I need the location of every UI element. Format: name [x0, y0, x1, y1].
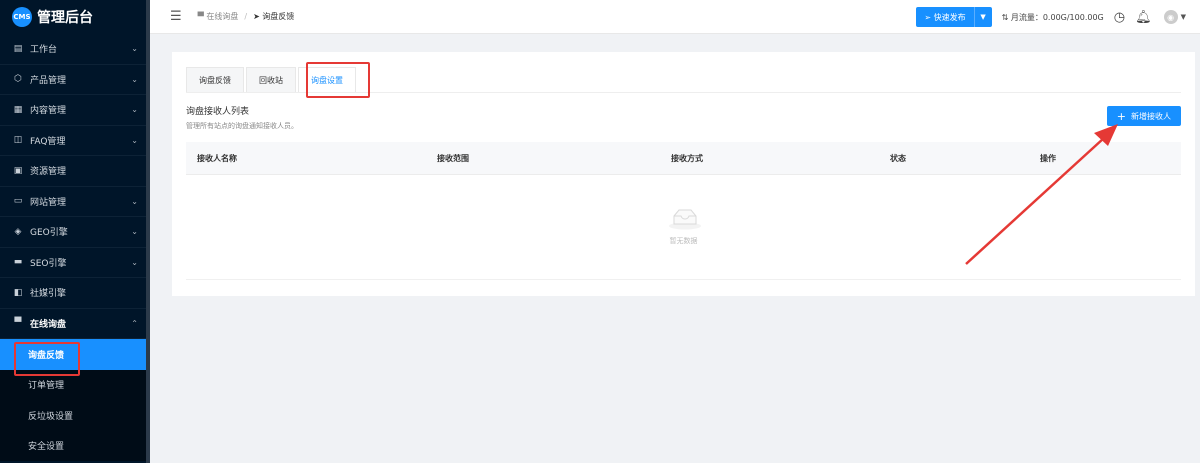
- sidebar-item-4[interactable]: ▣ 资源管理: [0, 156, 150, 187]
- caret-down-icon: ▼: [980, 13, 986, 21]
- column-header-scope: 接收范围: [437, 154, 469, 163]
- chevron-down-icon: ⌄: [131, 105, 138, 115]
- sidebar-item-label: SEO引擎: [30, 258, 67, 269]
- chevron-down-icon: ⌄: [131, 135, 138, 145]
- chevron-down-icon: ⌄: [131, 44, 138, 54]
- top-header: ☰ ▀ 在线询盘 / ➤ 询盘反馈 ➢ 快速发布 ▼ ⇅ 月流量：0.00G/1…: [150, 0, 1200, 34]
- sidebar-scrollbar[interactable]: [146, 0, 150, 463]
- monthly-traffic: ⇅ 月流量：0.00G/100.00G: [1001, 12, 1104, 22]
- section-description: 管理所有站点的询盘通知接收人员。: [186, 122, 298, 130]
- sidebar-item-label: 在线询盘: [30, 319, 67, 330]
- column-header-actions: 操作: [1040, 154, 1056, 163]
- send-icon: ➢: [924, 12, 934, 22]
- empty-text: 暂无数据: [669, 237, 698, 245]
- sidebar-item-0[interactable]: ▤ 工作台 ⌄: [0, 34, 150, 65]
- website-icon: ▭: [13, 196, 23, 207]
- sidebar-item-online-inquiry[interactable]: ▀ 在线询盘 ⌃: [0, 309, 150, 339]
- table-header: 接收人名称 接收范围 接收方式 状态 操作: [186, 142, 1181, 175]
- brand-title: 管理后台: [37, 10, 93, 26]
- quick-publish-dropdown[interactable]: ▼: [973, 7, 992, 27]
- chevron-down-icon: ⌄: [131, 196, 138, 206]
- main-card: 询盘反馈 回收站 询盘设置 询盘接收人列表 管理所有站点的询盘通知接收人员。 +…: [172, 52, 1195, 296]
- annotation-box-sidebar: [14, 342, 80, 376]
- sidebar-subitem-anti-spam[interactable]: 反垃圾设置: [0, 400, 150, 431]
- chat-icon: ▀: [14, 318, 22, 329]
- sidebar: CMS 管理后台 ▤ 工作台 ⌄ ⬡ 产品管理 ⌄ ▦ 内容管理 ⌄ ◫ FAQ管理 ⌄ ▣ 资源管理 ▭ 网…: [0, 0, 150, 463]
- dashboard-icon: ▤: [13, 43, 23, 54]
- chevron-down-icon: ⌄: [131, 227, 138, 237]
- bell-icon[interactable]: 🔔︎: [1135, 10, 1152, 25]
- breadcrumb-item-current: ➤ 询盘反馈: [253, 12, 295, 21]
- monitor-icon: ▬: [13, 257, 23, 268]
- share-icon: ◧: [13, 287, 23, 298]
- sidebar-item-label: 工作台: [30, 45, 58, 56]
- faq-icon: ◫: [13, 135, 23, 146]
- avatar[interactable]: ◉: [1163, 10, 1178, 24]
- send-icon: ➤: [253, 12, 263, 21]
- sidebar-item-label: 网站管理: [30, 197, 67, 208]
- add-recipient-button[interactable]: + 新增接收人: [1106, 106, 1181, 126]
- section-title: 询盘接收人列表: [186, 107, 250, 117]
- tab-inquiry-feedback[interactable]: 询盘反馈: [186, 67, 244, 93]
- breadcrumb-separator: /: [244, 12, 248, 21]
- folder-icon: ▣: [13, 165, 23, 176]
- brand[interactable]: CMS 管理后台: [0, 0, 150, 34]
- sidebar-item-label: GEO引擎: [30, 228, 68, 239]
- chevron-up-icon: ⌃: [131, 318, 138, 328]
- annotation-box-tab: [306, 62, 370, 98]
- chevron-down-icon: ⌄: [131, 74, 138, 84]
- sidebar-item-2[interactable]: ▦ 内容管理 ⌄: [0, 95, 150, 126]
- sidebar-item-label: FAQ管理: [30, 136, 66, 147]
- sidebar-item-label: 资源管理: [30, 167, 67, 178]
- sidebar-item-label: 产品管理: [30, 75, 67, 86]
- sidebar-item-8[interactable]: ◧ 社媒引擎: [0, 278, 150, 309]
- user-icon: ◉: [1167, 12, 1175, 22]
- clock-icon[interactable]: ◷: [1114, 10, 1125, 25]
- box-icon: ⬡: [14, 74, 22, 85]
- quick-publish-main[interactable]: ➢ 快速发布: [916, 7, 973, 27]
- empty-inbox-icon: [669, 209, 701, 230]
- quick-publish-button[interactable]: ➢ 快速发布 ▼: [916, 7, 992, 27]
- sidebar-item-3[interactable]: ◫ FAQ管理 ⌄: [0, 126, 150, 156]
- empty-state: 暂无数据: [186, 176, 1181, 280]
- column-header-method: 接收方式: [671, 154, 703, 163]
- sidebar-item-5[interactable]: ▭ 网站管理 ⌄: [0, 187, 150, 217]
- plus-icon: +: [1116, 109, 1126, 123]
- breadcrumb-item-online-inquiry[interactable]: ▀ 在线询盘: [198, 11, 239, 22]
- document-icon: ▦: [13, 104, 23, 115]
- chevron-down-icon: ⌄: [131, 257, 138, 267]
- sidebar-item-label: 内容管理: [30, 106, 67, 117]
- column-header-status: 状态: [890, 154, 906, 163]
- sidebar-item-6[interactable]: ◈ GEO引擎 ⌄: [0, 217, 150, 248]
- sidebar-subitem-security[interactable]: 安全设置: [0, 430, 150, 461]
- logo-icon: CMS: [12, 7, 32, 27]
- column-header-name: 接收人名称: [197, 154, 237, 163]
- caret-down-icon[interactable]: ▼: [1181, 13, 1186, 21]
- breadcrumb: ▀ 在线询盘 / ➤ 询盘反馈: [198, 11, 295, 22]
- traffic-icon: ⇅: [1001, 12, 1011, 22]
- tab-recycle-bin[interactable]: 回收站: [246, 67, 296, 93]
- sidebar-menu: ▤ 工作台 ⌄ ⬡ 产品管理 ⌄ ▦ 内容管理 ⌄ ◫ FAQ管理 ⌄ ▣ 资源管理 ▭ 网站管理 ⌄ ◈ GEO引…: [0, 34, 150, 309]
- sidebar-item-1[interactable]: ⬡ 产品管理 ⌄: [0, 65, 150, 95]
- sidebar-item-7[interactable]: ▬ SEO引擎 ⌄: [0, 248, 150, 278]
- header-actions: ➢ 快速发布 ▼ ⇅ 月流量：0.00G/100.00G ◷ 🔔︎ ◉ ▼: [916, 0, 1186, 34]
- sidebar-item-label: 社媒引擎: [30, 289, 67, 300]
- diamond-icon: ◈: [14, 226, 22, 237]
- menu-fold-icon[interactable]: ☰: [170, 9, 182, 24]
